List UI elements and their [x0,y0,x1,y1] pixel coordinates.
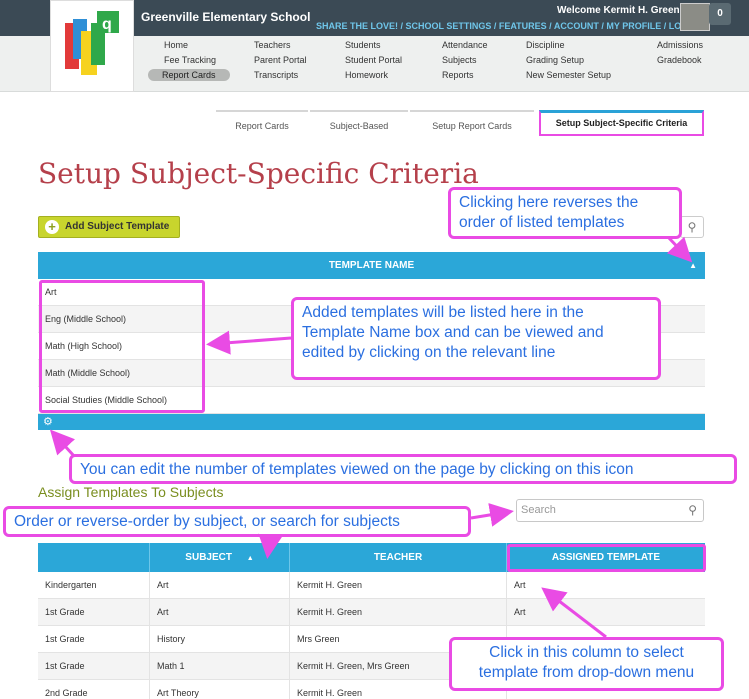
tab-subject-based[interactable]: Subject-Based [310,110,408,138]
add-subject-template-label: Add Subject Template [65,221,170,232]
nav-subjects[interactable]: Subjects [442,55,477,65]
top-links[interactable]: SHARE THE LOVE! / SCHOOL SETTINGS / FEAT… [316,21,709,31]
subject-cell: Art Theory [150,680,290,699]
callout-templates-listed: Added templates will be listed here in t… [291,297,661,380]
table-row[interactable]: Kindergarten Art Kermit H. Green Art [38,572,705,599]
subject-cell: History [150,626,290,653]
sub-tabs: Report Cards Subject-Based Setup Report … [216,110,704,140]
subject-cell: Art [150,572,290,599]
nav-home[interactable]: Home [164,40,188,50]
grade-cell: 1st Grade [38,599,150,626]
avatar[interactable] [680,3,710,31]
table-row[interactable]: 1st Grade Art Kermit H. Green Art [38,599,705,626]
tab-report-cards[interactable]: Report Cards [216,110,308,138]
callout-reverse-order: Clicking here reverses the order of list… [448,187,682,239]
nav-attendance[interactable]: Attendance [442,40,488,50]
nav-report-cards[interactable]: Report Cards [148,69,230,81]
grade-cell: 2nd Grade [38,680,150,699]
nav-gradebook[interactable]: Gradebook [657,55,702,65]
assign-section-title: Assign Templates To Subjects [38,484,224,500]
nav-grading-setup[interactable]: Grading Setup [526,55,584,65]
page-title: Setup Subject-Specific Criteria [38,157,479,190]
col-teacher-header[interactable]: TEACHER [290,543,507,572]
school-name[interactable]: Greenville Elementary School [141,10,310,24]
nav-discipline[interactable]: Discipline [526,40,565,50]
nav-admissions[interactable]: Admissions [657,40,703,50]
nav-teachers[interactable]: Teachers [254,40,291,50]
notification-badge[interactable]: 0 [709,3,731,25]
add-subject-template-button[interactable]: + Add Subject Template [38,216,180,238]
template-name-header[interactable]: TEMPLATE NAME ▲ [38,252,705,279]
col-subject-label: SUBJECT [185,552,232,563]
tab-setup-report-cards[interactable]: Setup Report Cards [410,110,534,138]
magnifier-icon[interactable]: ⚲ [688,500,697,521]
callout-select-template: Click in this column to select template … [449,637,724,691]
arrow-to-search [470,503,514,527]
tab-setup-subject-specific[interactable]: Setup Subject-Specific Criteria [539,110,704,136]
assigned-template-cell[interactable]: Art [507,572,705,599]
assigned-template-cell[interactable]: Art [507,599,705,626]
nav-homework[interactable]: Homework [345,70,388,80]
nav-reports[interactable]: Reports [442,70,474,80]
sort-arrow-icon[interactable]: ▲ [247,555,254,562]
nav-parent-portal[interactable]: Parent Portal [254,55,307,65]
nav-new-semester-setup[interactable]: New Semester Setup [526,70,611,80]
gear-icon[interactable]: ⚙ [43,415,53,429]
subject-cell: Math 1 [150,653,290,680]
nav-student-portal[interactable]: Student Portal [345,55,402,65]
nav-fee-tracking[interactable]: Fee Tracking [164,55,216,65]
plus-icon: + [45,220,59,234]
grade-cell: 1st Grade [38,626,150,653]
template-name-header-label: TEMPLATE NAME [328,260,415,271]
callout-edit-count: You can edit the number of templates vie… [69,454,737,484]
grade-cell: 1st Grade [38,653,150,680]
template-list-highlight [39,280,205,413]
subject-search-input[interactable]: Search ⚲ [516,499,704,522]
grade-cell: Kindergarten [38,572,150,599]
assigned-template-highlight [507,544,706,572]
teacher-cell: Kermit H. Green [290,599,507,626]
teacher-cell: Kermit H. Green [290,572,507,599]
logo-graphic: q [65,11,119,75]
welcome-text: Welcome Kermit H. Green [557,5,680,16]
subject-cell: Art [150,599,290,626]
nav-transcripts[interactable]: Transcripts [254,70,298,80]
arrow-to-gear [49,429,76,458]
nav-students[interactable]: Students [345,40,381,50]
svg-text:q: q [102,16,112,33]
app-header: q Greenville Elementary School Welcome K… [0,0,749,92]
sort-arrow-icon[interactable]: ▲ [689,252,697,279]
callout-order-subject: Order or reverse-order by subject, or se… [3,506,471,537]
template-table-footer: ⚙ [38,414,705,430]
search-placeholder: Search [521,504,556,516]
col-subject-header[interactable]: SUBJECT ▲ [150,543,290,572]
search-icon[interactable]: ⚲ [680,216,704,238]
col-grade-header [38,543,150,572]
school-logo[interactable]: q [50,0,134,92]
